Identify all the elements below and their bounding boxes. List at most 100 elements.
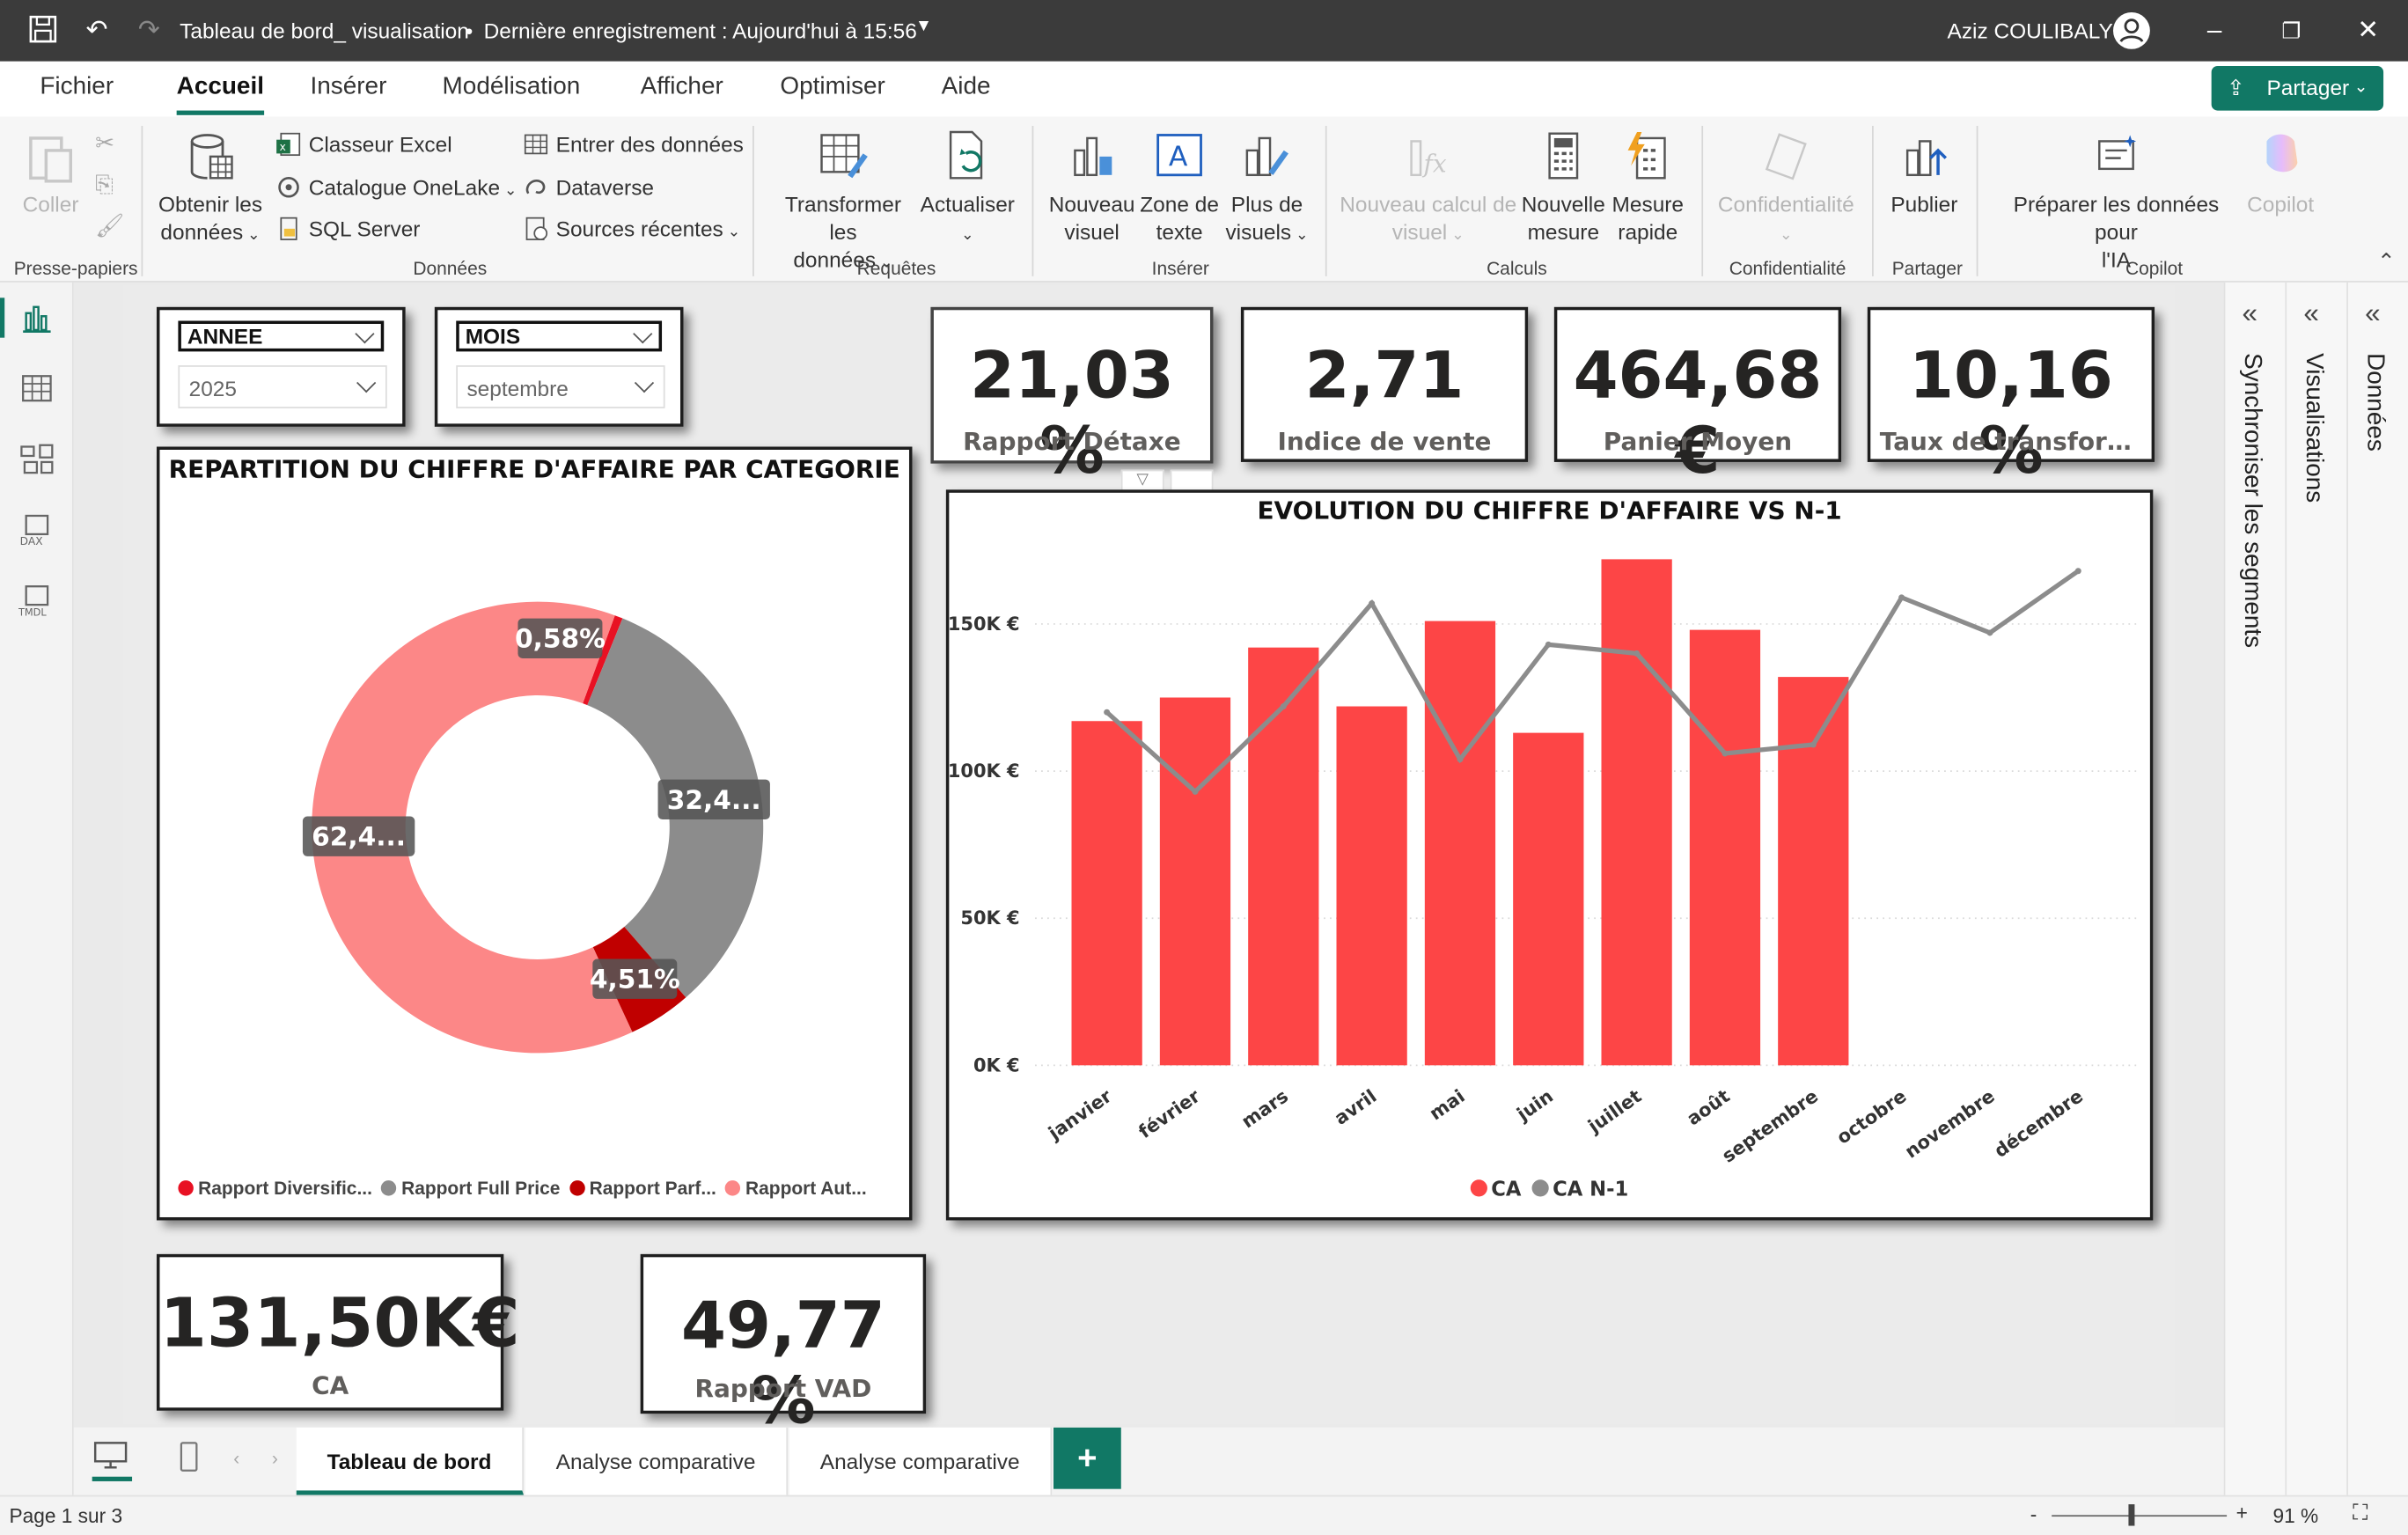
data-label: 32,4... [657, 779, 770, 819]
sensitivity-button[interactable]: Confidentialité ⌄ [1714, 129, 1858, 250]
bar[interactable] [1159, 697, 1231, 1066]
line-point [1104, 709, 1111, 716]
bar[interactable] [1601, 559, 1672, 1066]
sync-slicers-pane[interactable]: « Synchroniser les segments [2223, 282, 2286, 1495]
minimize-icon[interactable]: – [2198, 14, 2231, 48]
kpi-card-detaxe[interactable]: 21,03 % Rapport Détaxe [930, 306, 1214, 488]
add-page-button[interactable]: + [1054, 1427, 1121, 1489]
chevron-down-icon[interactable]: ▼ [915, 17, 932, 35]
data-pane[interactable]: « Données [2346, 282, 2408, 1495]
more-visuals-button[interactable]: Plus de visuels ⌄ [1222, 129, 1311, 250]
publish-button[interactable]: Publier [1883, 129, 1965, 217]
save-status: Dernière enregistrement : Aujourd'hui à … [483, 18, 917, 43]
menu-inserer[interactable]: Insérer [310, 74, 386, 101]
y-tick-label: 100K € [949, 760, 1019, 782]
prepare-data-ai-button[interactable]: Préparer les données pour l'IA [1990, 129, 2242, 273]
fit-to-page-icon[interactable]: ⛶ [2353, 1500, 2368, 1526]
tab-tableau-de-bord[interactable]: Tableau de bord [296, 1427, 525, 1495]
refresh-button[interactable]: Actualiser ⌄ [918, 129, 1017, 250]
avatar[interactable] [2112, 11, 2150, 49]
menu-modelisation[interactable]: Modélisation [443, 74, 581, 101]
legend-item[interactable]: Rapport Parf... [569, 1178, 716, 1199]
copy-icon[interactable]: ⎘ [95, 172, 114, 198]
tab-analyse-comparative-1[interactable]: Analyse comparative [525, 1427, 789, 1495]
kpi-card-ca[interactable]: 131,50K€ CA [156, 1253, 520, 1411]
new-visual-button[interactable]: Nouveau visuel [1046, 129, 1138, 246]
onelake-button[interactable]: Catalogue OneLake ⌄ [276, 175, 518, 200]
bar[interactable] [1513, 732, 1584, 1066]
undo-icon[interactable]: ↶ [80, 14, 114, 48]
legend-item[interactable]: CA [1470, 1179, 1522, 1201]
zoom-slider-thumb[interactable] [2128, 1504, 2135, 1526]
quick-measure-button[interactable]: Mesure rapide [1608, 129, 1688, 246]
tab-analyse-comparative-2[interactable]: Analyse comparative [789, 1427, 1053, 1495]
save-icon[interactable] [26, 14, 60, 48]
kpi-card-vad[interactable]: 49,77 % Rapport VAD [640, 1253, 927, 1438]
filter-icon[interactable]: ▽ [1120, 469, 1164, 492]
table-view-icon[interactable] [18, 371, 55, 405]
year-dropdown[interactable]: 2025 [178, 365, 387, 408]
transform-data-button[interactable]: Transformer les données ⌄ [769, 129, 917, 277]
restore-icon[interactable]: ❐ [2274, 14, 2308, 48]
tmdl-view-icon[interactable]: TMDL [18, 584, 55, 617]
bar[interactable] [1424, 621, 1496, 1066]
svg-text:4,51%: 4,51% [590, 964, 680, 995]
bar[interactable] [1689, 629, 1761, 1066]
new-visual-calculation-button[interactable]: fx Nouveau calcul de visuel ⌄ [1340, 129, 1517, 250]
menu-fichier[interactable]: Fichier [40, 74, 114, 101]
expand-icon[interactable]: « [2243, 297, 2258, 330]
paste-button[interactable]: Coller [18, 129, 83, 217]
desktop-layout-icon[interactable] [92, 1440, 129, 1471]
zoom-slider[interactable] [2052, 1515, 2228, 1517]
legend-item[interactable]: CA N-1 [1531, 1179, 1629, 1201]
month-dropdown[interactable]: septembre [456, 365, 665, 408]
textbox-button[interactable]: A Zone de texte [1138, 129, 1221, 246]
enter-data-button[interactable]: Entrer des données [524, 132, 744, 157]
next-page-icon[interactable]: › [272, 1448, 278, 1469]
kpi-card-sales-index[interactable]: 2,71 Indice de vente [1240, 306, 1529, 462]
report-view-icon[interactable] [18, 301, 55, 334]
dataverse-button[interactable]: Dataverse [524, 175, 654, 200]
kpi-card-conversion[interactable]: 10,16 % Taux de transforma... [1867, 306, 2155, 488]
bar[interactable] [1071, 721, 1142, 1066]
menu-optimiser[interactable]: Optimiser [780, 74, 885, 101]
sql-server-button[interactable]: SQL Server [276, 217, 420, 241]
y-tick-label: 150K € [949, 613, 1019, 635]
legend-item[interactable]: Rapport Full Price [381, 1178, 560, 1199]
legend-item[interactable]: Rapport Diversific... [178, 1178, 372, 1199]
new-measure-button[interactable]: Nouvelle mesure [1519, 129, 1608, 246]
kpi-card-basket[interactable]: 464,68 € Panier Moyen [1553, 306, 1842, 488]
year-slicer[interactable]: ANNEE 2025 [156, 306, 406, 427]
expand-icon[interactable]: « [2303, 297, 2318, 330]
cut-icon[interactable]: ✂ [95, 129, 114, 157]
share-button[interactable]: ⇪ Partager ⌄ [2211, 65, 2384, 111]
bar[interactable] [1248, 647, 1319, 1066]
x-tick-label: octobre [1832, 1085, 1910, 1149]
zoom-out-button[interactable]: - [2030, 1502, 2037, 1525]
month-slicer[interactable]: MOIS septembre [434, 306, 684, 427]
zoom-in-button[interactable]: + [2236, 1502, 2248, 1524]
collapse-ribbon-icon[interactable]: ⌃ [2377, 249, 2395, 275]
visualizations-pane[interactable]: « Visualisations [2285, 282, 2346, 1495]
more-options-icon[interactable] [1170, 469, 1214, 492]
bar[interactable] [1336, 706, 1407, 1066]
menu-aide[interactable]: Aide [942, 74, 991, 101]
prev-page-icon[interactable]: ‹ [233, 1448, 239, 1469]
category-donut-chart[interactable]: REPARTITION DU CHIFFRE D'AFFAIRE PAR CAT… [156, 446, 913, 1221]
model-view-icon[interactable] [18, 442, 55, 475]
redo-icon[interactable]: ↷ [132, 14, 165, 48]
mobile-layout-icon[interactable] [178, 1440, 199, 1473]
get-data-button[interactable]: Obtenir les données ⌄ [155, 129, 266, 250]
format-painter-icon[interactable]: 🖌 [95, 212, 124, 239]
menu-afficher[interactable]: Afficher [641, 74, 723, 101]
copilot-button[interactable]: Copilot [2239, 129, 2322, 217]
excel-button[interactable]: x Classeur Excel [276, 132, 452, 157]
ca-evolution-chart[interactable]: EVOLUTION DU CHIFFRE D'AFFAIRE VS N-1 0K… [945, 489, 2154, 1221]
legend-item[interactable]: Rapport Aut... [725, 1178, 867, 1199]
bar[interactable] [1778, 677, 1849, 1066]
close-icon[interactable]: ✕ [2351, 14, 2384, 48]
recent-sources-button[interactable]: Sources récentes ⌄ [524, 217, 740, 241]
expand-icon[interactable]: « [2365, 297, 2380, 330]
dax-query-view-icon[interactable]: DAX [18, 512, 55, 547]
menu-accueil[interactable]: Accueil [176, 74, 264, 115]
